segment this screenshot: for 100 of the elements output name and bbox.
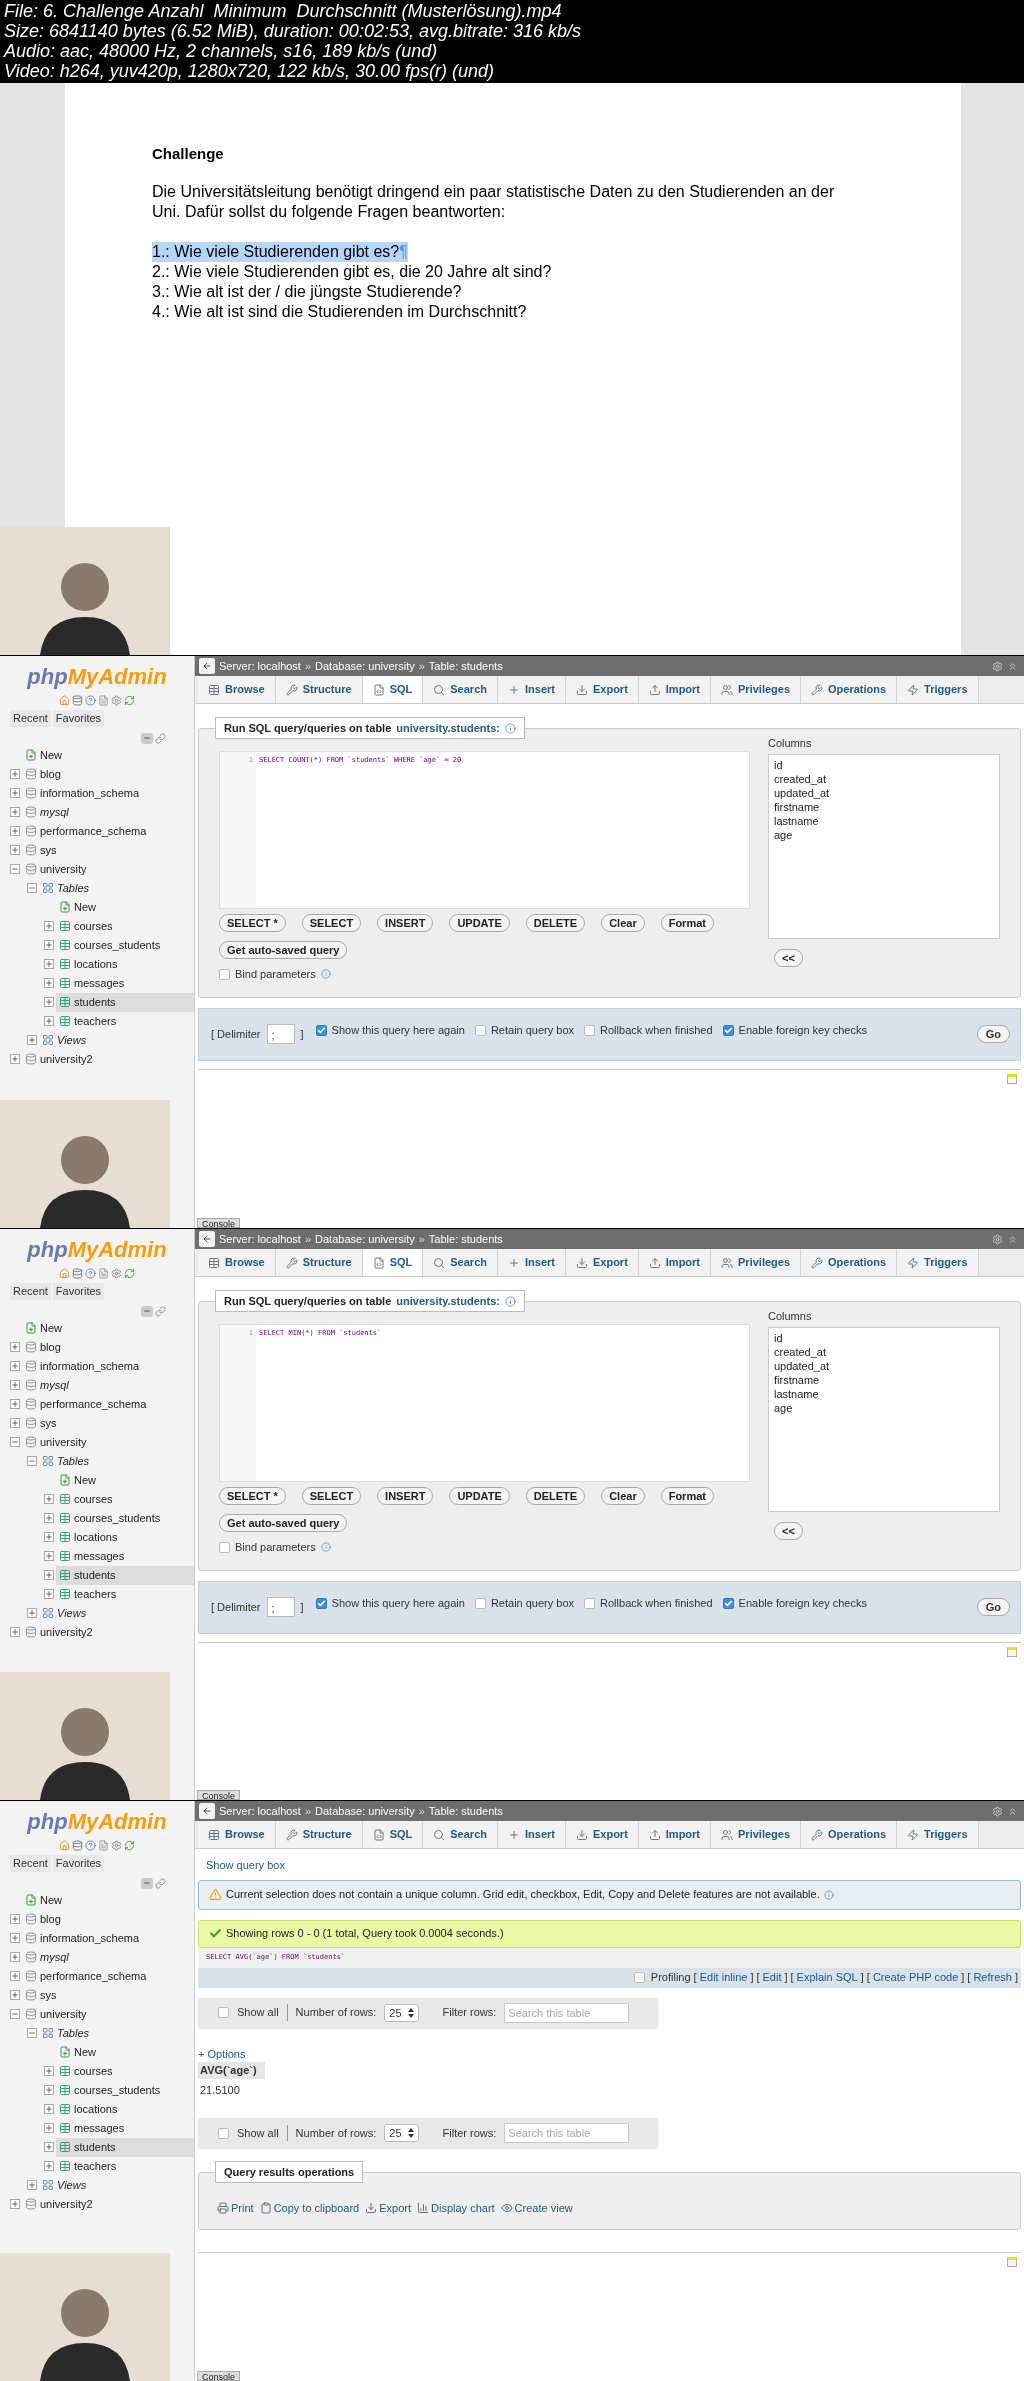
tree-item[interactable]: courses_students bbox=[56, 1508, 194, 1528]
nav-tab[interactable]: Recent bbox=[10, 1855, 51, 1872]
query-button[interactable]: INSERT bbox=[377, 914, 434, 932]
table-link[interactable]: university.students: bbox=[396, 1292, 500, 1310]
expand-icon[interactable] bbox=[44, 2123, 54, 2133]
tree-item[interactable]: mysql bbox=[22, 802, 194, 822]
help-icon[interactable] bbox=[320, 969, 331, 980]
query-button[interactable]: Clear bbox=[601, 1487, 645, 1505]
tree-item[interactable]: messages bbox=[56, 2118, 194, 2138]
checkbox[interactable] bbox=[219, 1541, 230, 1553]
document-icon[interactable] bbox=[98, 1268, 109, 1279]
tab[interactable]: Export bbox=[565, 676, 639, 703]
tab[interactable]: SQL bbox=[362, 1821, 424, 1848]
tab[interactable]: Privileges bbox=[711, 1821, 801, 1848]
tree-item[interactable]: New bbox=[56, 2042, 194, 2062]
column-option[interactable]: created_at bbox=[774, 771, 999, 786]
tab[interactable]: Search bbox=[423, 1249, 498, 1276]
tree-item[interactable]: locations bbox=[56, 954, 194, 974]
tab[interactable]: Browse bbox=[198, 1821, 276, 1848]
collapse-icon[interactable] bbox=[10, 1437, 20, 1447]
query-button[interactable]: DELETE bbox=[525, 1487, 586, 1505]
query-link[interactable]: Edit inline bbox=[699, 1969, 748, 1986]
breadcrumb-link[interactable]: Database: university bbox=[315, 1802, 415, 1820]
help-icon[interactable] bbox=[505, 1295, 516, 1307]
query-button[interactable]: Format bbox=[660, 914, 714, 932]
expand-icon[interactable] bbox=[44, 940, 54, 950]
expand-icon[interactable] bbox=[44, 2161, 54, 2171]
query-link[interactable]: Refresh bbox=[973, 1969, 1012, 1986]
tree-item[interactable]: Tables bbox=[39, 1451, 194, 1471]
query-button[interactable]: Clear bbox=[601, 914, 645, 932]
tree-item[interactable]: locations bbox=[56, 1527, 194, 1547]
tree-item[interactable]: Tables bbox=[39, 878, 194, 898]
expand-icon[interactable] bbox=[44, 2142, 54, 2152]
expand-icon[interactable] bbox=[44, 921, 54, 931]
collapse-all-icon[interactable] bbox=[141, 1877, 153, 1889]
tab[interactable]: Structure bbox=[275, 1821, 363, 1848]
expand-icon[interactable] bbox=[44, 997, 54, 1007]
refresh-icon[interactable] bbox=[124, 1268, 135, 1279]
breadcrumb-link[interactable]: Table: students bbox=[428, 1802, 503, 1820]
tree-item[interactable]: Views bbox=[39, 1030, 194, 1050]
expand-icon[interactable] bbox=[10, 1418, 20, 1428]
expand-icon[interactable] bbox=[44, 1532, 54, 1542]
column-option[interactable]: id bbox=[774, 757, 999, 772]
checkbox[interactable] bbox=[584, 1597, 596, 1609]
refresh-icon[interactable] bbox=[124, 1840, 135, 1851]
expand-icon[interactable] bbox=[10, 1054, 20, 1064]
tab[interactable]: Search bbox=[423, 1821, 498, 1848]
expand-icon[interactable] bbox=[10, 807, 20, 817]
expand-icon[interactable] bbox=[27, 2180, 37, 2190]
query-link[interactable]: Edit bbox=[762, 1969, 782, 1986]
tree-item[interactable]: university2 bbox=[22, 1049, 194, 1069]
back-button[interactable] bbox=[199, 658, 215, 674]
collapse-icon[interactable] bbox=[27, 1456, 37, 1466]
column-option[interactable]: firstname bbox=[774, 1372, 999, 1387]
tree-item[interactable]: courses bbox=[56, 1489, 194, 1509]
tree-item[interactable]: New bbox=[56, 1470, 194, 1490]
tree-item[interactable]: blog bbox=[22, 764, 194, 784]
query-button[interactable]: INSERT bbox=[377, 1487, 434, 1505]
checkbox[interactable] bbox=[315, 1597, 327, 1609]
query-link[interactable]: Create PHP code bbox=[872, 1969, 959, 1986]
tree-item[interactable]: university2 bbox=[22, 2194, 194, 2214]
notes-icon[interactable] bbox=[1007, 1646, 1017, 1657]
checkbox[interactable] bbox=[218, 2127, 229, 2139]
collapse-all-icon[interactable] bbox=[141, 732, 153, 744]
database-icon[interactable] bbox=[72, 1268, 83, 1279]
column-option[interactable]: age bbox=[774, 827, 999, 842]
home-icon[interactable] bbox=[59, 695, 70, 706]
delimiter-field[interactable]: ; bbox=[266, 1024, 295, 1044]
expand-icon[interactable] bbox=[10, 1627, 20, 1637]
expand-icon[interactable] bbox=[27, 1608, 37, 1618]
expand-icon[interactable] bbox=[44, 1551, 54, 1561]
home-icon[interactable] bbox=[59, 1840, 70, 1851]
tree-item[interactable]: New bbox=[22, 1318, 194, 1338]
tree-item[interactable]: information_schema bbox=[22, 783, 194, 803]
checkbox[interactable] bbox=[722, 1597, 734, 1609]
tree-item[interactable]: mysql bbox=[22, 1947, 194, 1967]
breadcrumb-link[interactable]: Server: localhost bbox=[219, 1802, 301, 1820]
tree-item[interactable]: students bbox=[56, 1565, 194, 1585]
expand-icon[interactable] bbox=[10, 788, 20, 798]
query-button[interactable]: Format bbox=[660, 1487, 714, 1505]
breadcrumb-link[interactable]: Table: students bbox=[428, 1230, 503, 1248]
column-option[interactable]: updated_at bbox=[774, 785, 999, 800]
collapse-icon[interactable] bbox=[27, 2028, 37, 2038]
tree-item[interactable]: courses_students bbox=[56, 2080, 194, 2100]
expand-icon[interactable] bbox=[44, 1589, 54, 1599]
nav-tab[interactable]: Favorites bbox=[52, 710, 105, 727]
tab[interactable]: Insert bbox=[498, 676, 566, 703]
checkbox[interactable] bbox=[722, 1024, 734, 1036]
collapse-icon[interactable] bbox=[1007, 660, 1018, 672]
tree-item[interactable]: courses bbox=[56, 2061, 194, 2081]
tab[interactable]: Import bbox=[638, 676, 712, 703]
checkbox[interactable] bbox=[584, 1024, 596, 1036]
column-option[interactable]: updated_at bbox=[774, 1358, 999, 1373]
checkbox[interactable] bbox=[474, 1024, 486, 1036]
operation-link[interactable]: Export bbox=[365, 2199, 412, 2217]
nav-tab[interactable]: Recent bbox=[10, 710, 51, 727]
checkbox[interactable] bbox=[315, 1024, 327, 1036]
breadcrumb-link[interactable]: Server: localhost bbox=[219, 657, 301, 675]
expand-icon[interactable] bbox=[27, 1035, 37, 1045]
expand-icon[interactable] bbox=[10, 1361, 20, 1371]
